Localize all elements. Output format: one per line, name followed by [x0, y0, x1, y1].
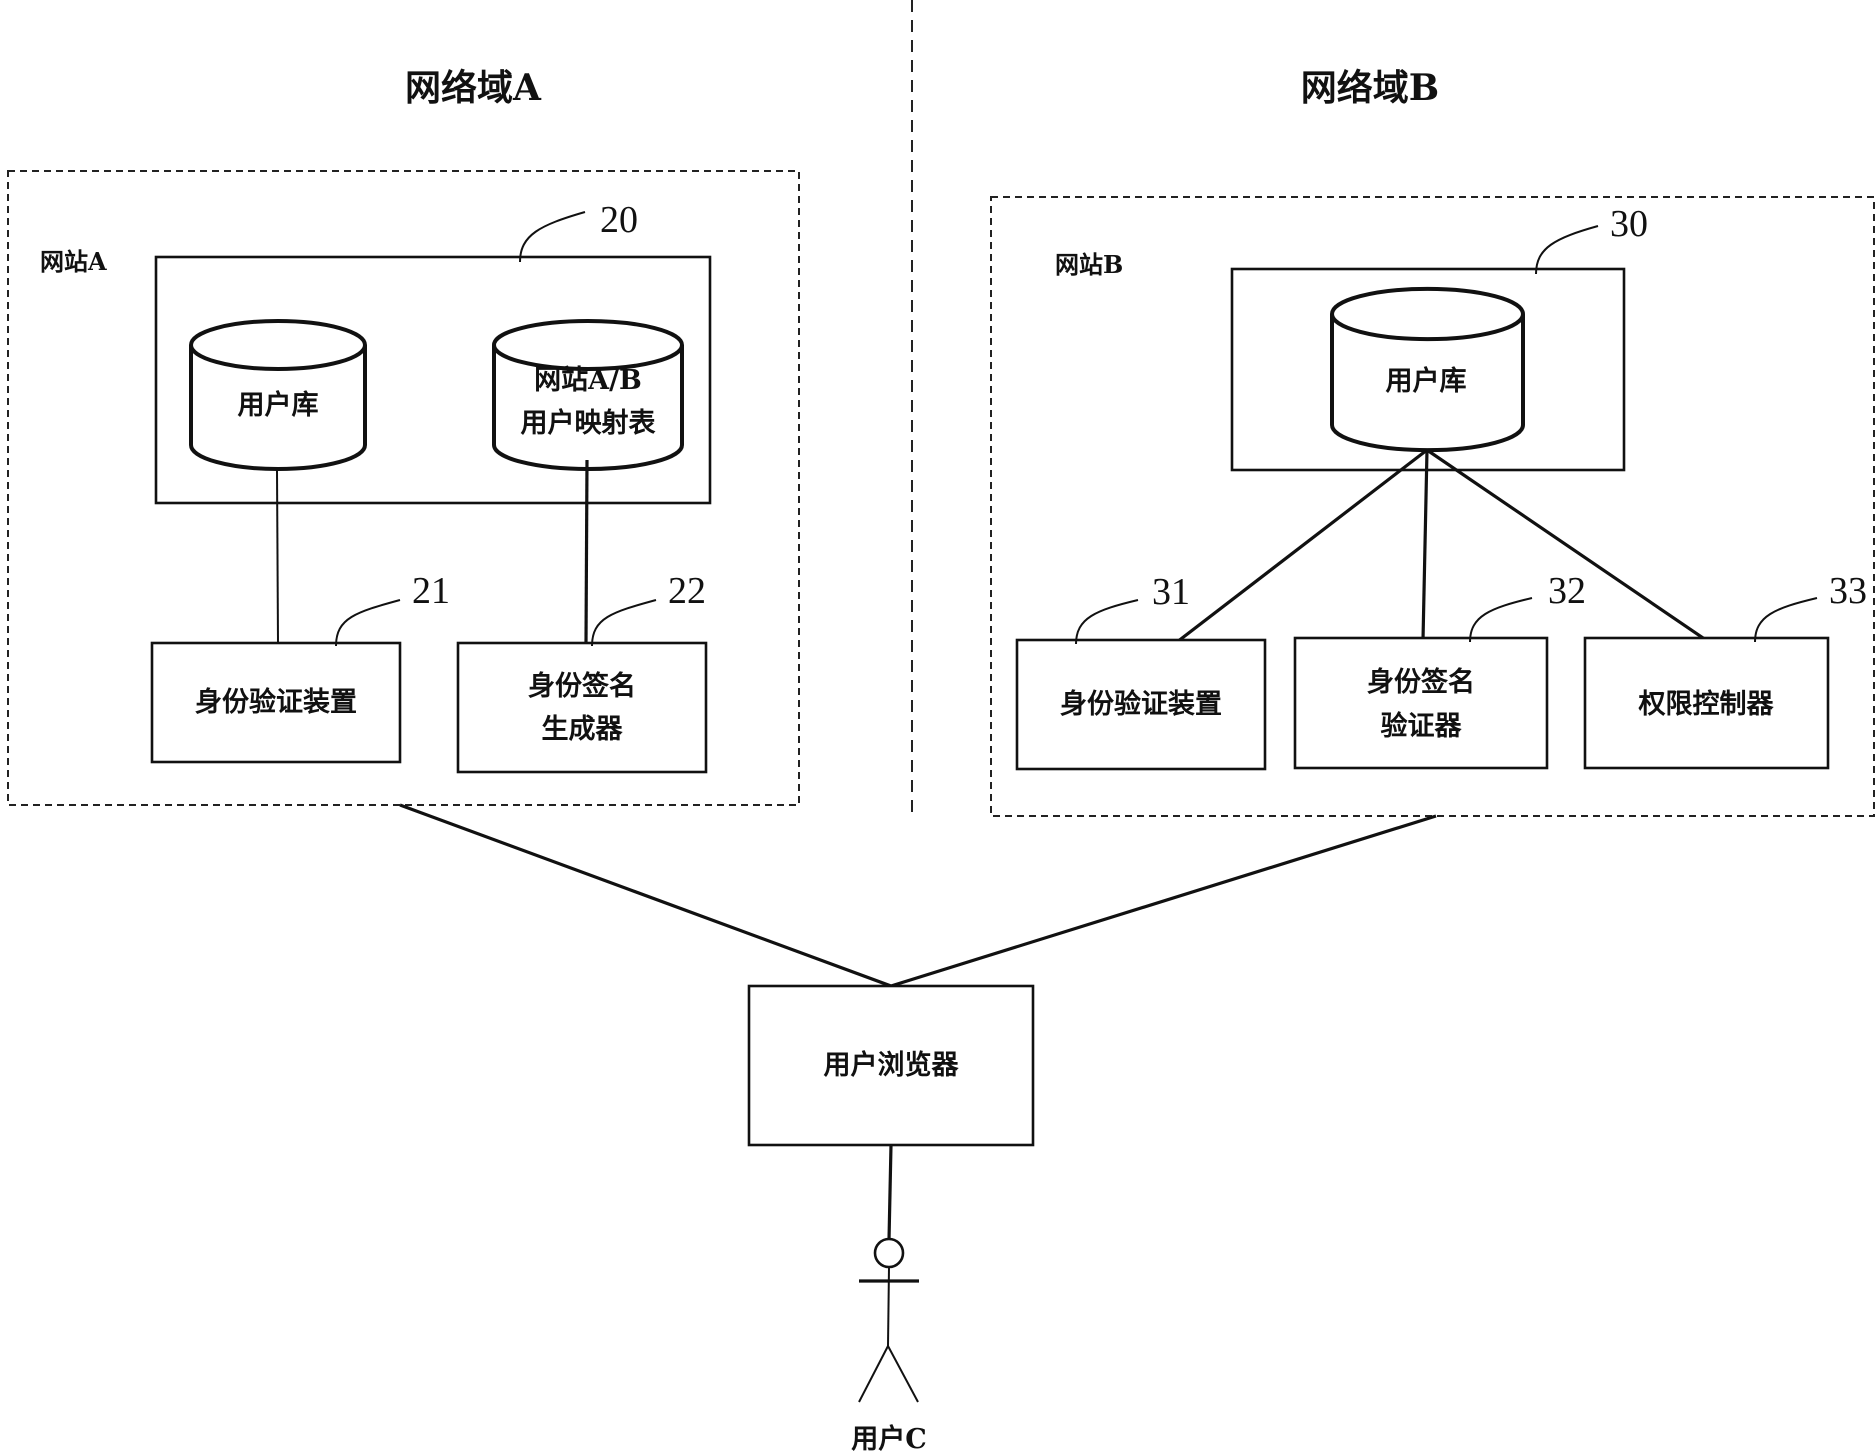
site-a-user-db-label: 用户库	[238, 389, 319, 421]
user-browser: 用户浏览器	[747, 984, 1035, 1147]
ref-leader-21	[335, 599, 401, 647]
site-a-auth-device-label: 身份验证装置	[195, 686, 357, 718]
mapping-table-line2: 用户映射表	[521, 407, 656, 439]
domain-a-title: 网络域A	[405, 67, 542, 109]
ref-number-33: 33	[1829, 570, 1867, 612]
site-b-auth-device-label: 身份验证装置	[1060, 688, 1222, 720]
ref-leader-22	[591, 599, 657, 647]
site-b-user-db: 用户库	[1330, 286, 1525, 453]
browser-label: 用户浏览器	[824, 1049, 960, 1081]
ref-leader-31	[1075, 599, 1139, 645]
actor-left-leg	[858, 1345, 889, 1403]
signature-verifier-line1: 身份签名	[1367, 666, 1475, 698]
connector-db-to-verifier	[1421, 449, 1429, 641]
site-b-label: 网站B	[1055, 250, 1123, 279]
ref-number-20: 20	[600, 199, 638, 241]
site-a-signature-generator	[456, 641, 708, 774]
signature-generator-line2: 生成器	[542, 714, 624, 745]
ref-number-22: 22	[668, 570, 706, 612]
signature-generator-line1: 身份签名	[528, 670, 636, 702]
ref-number-32: 32	[1548, 570, 1586, 612]
link-site-a-to-browser	[399, 803, 892, 988]
connector-map-to-signgen	[584, 459, 589, 644]
ref-leader-32	[1469, 597, 1533, 643]
network-diagram: 网络域A 网络域B 网站A 20 用户库 网站A/B 用户映射表 身份验证装置	[7, 0, 1875, 1454]
user-actor-icon: 用户C	[851, 1237, 927, 1454]
site-b: 网站B 30 用户库 身份验证装置 31 身份签名 验证器 32 权限控制器 3…	[990, 196, 1875, 817]
ref-number-30: 30	[1610, 203, 1648, 245]
site-b-user-db-label: 用户库	[1386, 365, 1467, 397]
ref-leader-30	[1535, 225, 1599, 275]
link-site-b-to-browser	[890, 814, 1437, 988]
user-label: 用户C	[851, 1423, 927, 1454]
actor-right-leg	[887, 1345, 919, 1403]
mapping-table-line1: 网站A/B	[534, 365, 642, 396]
ref-number-31: 31	[1152, 571, 1190, 613]
connector-db-to-auth	[276, 469, 279, 644]
domain-b-title: 网络域B	[1301, 67, 1439, 109]
ref-leader-33	[1754, 597, 1818, 643]
access-controller-label: 权限控制器	[1638, 689, 1775, 720]
ref-number-21: 21	[412, 570, 450, 612]
link-browser-to-user	[887, 1144, 893, 1241]
actor-head	[873, 1237, 905, 1269]
ref-leader-20	[519, 211, 586, 263]
site-a: 网站A 20 用户库 网站A/B 用户映射表 身份验证装置 21 身份签名 生成…	[7, 170, 800, 806]
site-a-label: 网站A	[40, 247, 107, 276]
site-b-signature-verifier	[1293, 636, 1549, 770]
site-a-mapping-table: 网站A/B 用户映射表	[492, 319, 684, 471]
signature-verifier-line2: 验证器	[1381, 710, 1463, 742]
actor-body	[887, 1266, 890, 1347]
connector-db-to-auth-b	[1176, 448, 1428, 644]
site-a-user-db: 用户库	[189, 319, 367, 471]
